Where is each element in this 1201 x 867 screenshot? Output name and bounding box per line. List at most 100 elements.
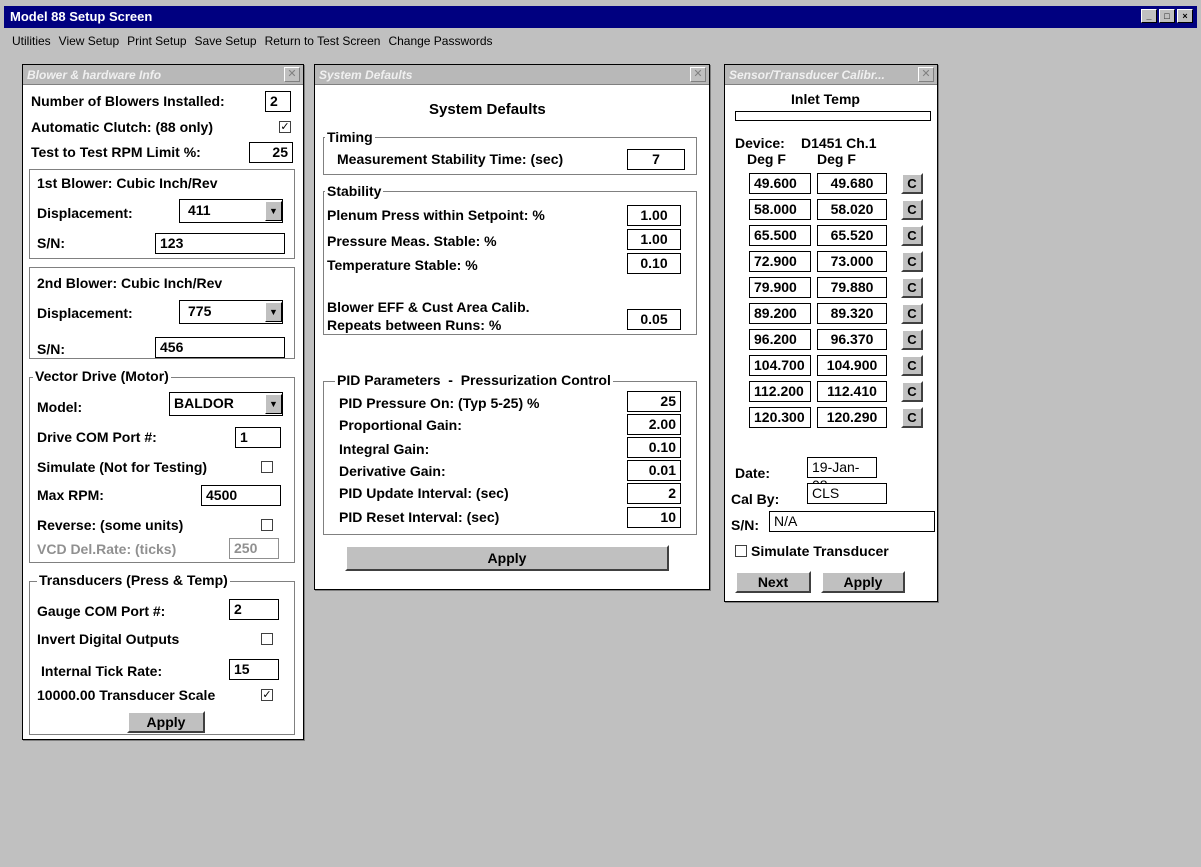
- plenum-input[interactable]: 1.00: [627, 205, 681, 226]
- sn-input[interactable]: N/A: [769, 511, 935, 532]
- close-icon[interactable]: ✕: [284, 67, 300, 82]
- blower1-sn-label: S/N:: [37, 235, 65, 251]
- measured-value-input[interactable]: 104.900: [817, 355, 887, 376]
- close-icon[interactable]: ✕: [690, 67, 706, 82]
- calibrate-button[interactable]: C: [901, 199, 923, 220]
- integral-gain-label: Integral Gain:: [339, 441, 430, 457]
- menu-save-setup[interactable]: Save Setup: [195, 32, 257, 52]
- calibrate-button[interactable]: C: [901, 407, 923, 428]
- calibrate-button[interactable]: C: [901, 251, 923, 272]
- vector-drive-group-label: Vector Drive (Motor): [33, 368, 171, 384]
- reference-value-input[interactable]: 89.200: [749, 303, 811, 324]
- chevron-down-icon[interactable]: ▼: [265, 302, 282, 322]
- sensor-calibration-titlebar[interactable]: Sensor/Transducer Calibr... ✕: [725, 65, 937, 85]
- chevron-down-icon[interactable]: ▼: [265, 201, 282, 221]
- calibrate-button[interactable]: C: [901, 303, 923, 324]
- blower-eff-input[interactable]: 0.05: [627, 309, 681, 330]
- timing-group-label: Timing: [325, 129, 375, 145]
- reference-value-input[interactable]: 58.000: [749, 199, 811, 220]
- blower-apply-button[interactable]: Apply: [127, 711, 205, 733]
- menu-print-setup[interactable]: Print Setup: [127, 32, 186, 52]
- reference-value-input[interactable]: 96.200: [749, 329, 811, 350]
- measured-value-input[interactable]: 73.000: [817, 251, 887, 272]
- transducer-scale-checkbox[interactable]: ✓: [261, 689, 273, 701]
- reference-value-input[interactable]: 65.500: [749, 225, 811, 246]
- reference-value-input[interactable]: 112.200: [749, 381, 811, 402]
- blower2-sn-label: S/N:: [37, 341, 65, 357]
- minimize-icon[interactable]: _: [1141, 9, 1157, 23]
- reverse-label: Reverse: (some units): [37, 517, 184, 533]
- pid-reset-input[interactable]: 10: [627, 507, 681, 528]
- gauge-com-input[interactable]: 2: [229, 599, 279, 620]
- blower2-group-label: 2nd Blower: Cubic Inch/Rev: [37, 275, 223, 291]
- next-button[interactable]: Next: [735, 571, 811, 593]
- reference-value-input[interactable]: 79.900: [749, 277, 811, 298]
- close-icon[interactable]: ×: [1177, 9, 1193, 23]
- blower-eff-label-2: Repeats between Runs: %: [327, 317, 502, 333]
- maximize-icon[interactable]: □: [1159, 9, 1175, 23]
- gauge-com-label: Gauge COM Port #:: [37, 603, 166, 619]
- integral-gain-input[interactable]: 0.10: [627, 437, 681, 458]
- measured-value-input[interactable]: 89.320: [817, 303, 887, 324]
- blower-panel: Blower & hardware Info ✕ Number of Blowe…: [22, 64, 304, 740]
- calibrate-button[interactable]: C: [901, 355, 923, 376]
- sensor-apply-button[interactable]: Apply: [821, 571, 905, 593]
- close-icon[interactable]: ✕: [918, 67, 934, 82]
- reference-value-input[interactable]: 104.700: [749, 355, 811, 376]
- reference-value-input[interactable]: 49.600: [749, 173, 811, 194]
- menu-view-setup[interactable]: View Setup: [59, 32, 120, 52]
- menu-return-to-test-screen[interactable]: Return to Test Screen: [265, 32, 381, 52]
- stability-time-input[interactable]: 7: [627, 149, 685, 170]
- derivative-gain-input[interactable]: 0.01: [627, 460, 681, 481]
- temp-stable-label: Temperature Stable: %: [327, 257, 478, 273]
- measured-value-input[interactable]: 65.520: [817, 225, 887, 246]
- calibrate-button[interactable]: C: [901, 277, 923, 298]
- calibrate-button[interactable]: C: [901, 381, 923, 402]
- stability-group-label: Stability: [325, 183, 384, 199]
- measured-value-input[interactable]: 79.880: [817, 277, 887, 298]
- blower2-sn-input[interactable]: 456: [155, 337, 285, 358]
- measured-value-input[interactable]: 49.680: [817, 173, 887, 194]
- date-label: Date:: [735, 465, 771, 481]
- date-input[interactable]: 19-Jan-08: [807, 457, 877, 493]
- system-defaults-heading: System Defaults: [429, 101, 546, 118]
- invert-outputs-checkbox[interactable]: [261, 633, 273, 645]
- stability-time-label: Measurement Stability Time: (sec): [337, 151, 564, 167]
- pressure-stable-label: Pressure Meas. Stable: %: [327, 233, 497, 249]
- max-rpm-input[interactable]: 4500: [201, 485, 281, 506]
- menu-bar: Utilities View Setup Print Setup Save Se…: [12, 32, 493, 52]
- calibrate-button[interactable]: C: [901, 225, 923, 246]
- measured-value-input[interactable]: 58.020: [817, 199, 887, 220]
- blower1-sn-input[interactable]: 123: [155, 233, 285, 254]
- sensor-heading: Inlet Temp: [791, 91, 860, 107]
- simulate-checkbox[interactable]: [261, 461, 273, 473]
- rpm-limit-input[interactable]: 25: [249, 142, 293, 163]
- measured-value-input[interactable]: 120.290: [817, 407, 887, 428]
- reverse-checkbox[interactable]: [261, 519, 273, 531]
- menu-utilities[interactable]: Utilities: [12, 32, 51, 52]
- defaults-apply-button[interactable]: Apply: [345, 545, 669, 571]
- pid-update-input[interactable]: 2: [627, 483, 681, 504]
- blower-panel-titlebar[interactable]: Blower & hardware Info ✕: [23, 65, 303, 85]
- reference-value-input[interactable]: 120.300: [749, 407, 811, 428]
- window-title: Model 88 Setup Screen: [4, 6, 1197, 28]
- drive-com-input[interactable]: 1: [235, 427, 281, 448]
- tick-rate-input[interactable]: 15: [229, 659, 279, 680]
- cal-by-input[interactable]: CLS: [807, 483, 887, 504]
- system-defaults-titlebar[interactable]: System Defaults ✕: [315, 65, 709, 85]
- num-blowers-input[interactable]: 2: [265, 91, 291, 112]
- measured-value-input[interactable]: 96.370: [817, 329, 887, 350]
- pressure-stable-input[interactable]: 1.00: [627, 229, 681, 250]
- temp-stable-input[interactable]: 0.10: [627, 253, 681, 274]
- pid-on-input[interactable]: 25: [627, 391, 681, 412]
- chevron-down-icon[interactable]: ▼: [265, 394, 282, 414]
- measured-value-input[interactable]: 112.410: [817, 381, 887, 402]
- auto-clutch-checkbox[interactable]: ✓: [279, 121, 291, 133]
- calibrate-button[interactable]: C: [901, 173, 923, 194]
- simulate-transducer-checkbox[interactable]: [735, 545, 747, 557]
- calibrate-button[interactable]: C: [901, 329, 923, 350]
- proportional-gain-input[interactable]: 2.00: [627, 414, 681, 435]
- proportional-gain-label: Proportional Gain:: [339, 417, 462, 433]
- menu-change-passwords[interactable]: Change Passwords: [388, 32, 492, 52]
- reference-value-input[interactable]: 72.900: [749, 251, 811, 272]
